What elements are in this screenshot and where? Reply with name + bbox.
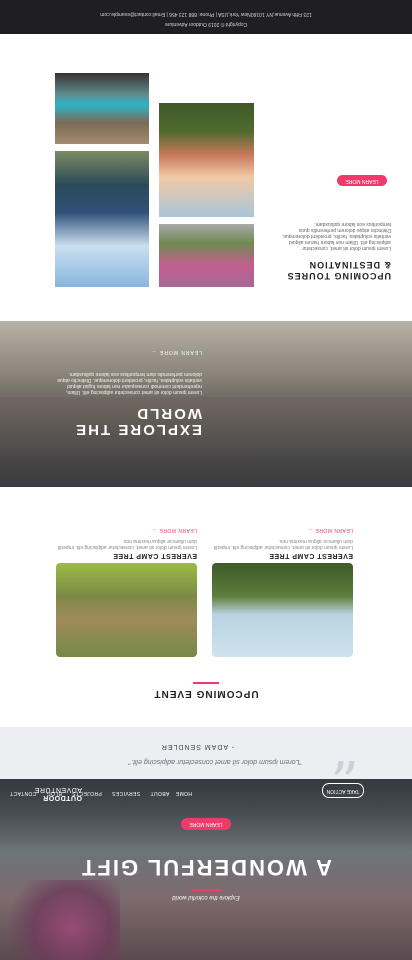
event-name: EVEREST CAMP TREE — [268, 552, 353, 559]
navbar: OUTDOOR ADVENTURE HOME ABOUT SERVICES PR… — [0, 779, 412, 805]
event-card[interactable]: EVEREST CAMP TREE Lorem ipsum dolor sit … — [212, 527, 353, 657]
tour-image-alpine-lake[interactable] — [55, 151, 149, 287]
explore-section: EXPLORE THE WORLD Lorem ipsum dolor sit … — [0, 321, 412, 487]
explore-learn-more-link[interactable]: LEARN MORE → — [151, 349, 202, 355]
tours-text: Lorem ipsum dolor sit amet, consectetur … — [281, 221, 391, 251]
nav-item-contact[interactable]: CONTACT — [10, 790, 37, 796]
testimonial-author-name: ADAM SENDLER — [160, 743, 229, 750]
nav-menu: HOME ABOUT SERVICES PROJECTS BLOG CONTAC… — [10, 790, 192, 796]
tour-image-mountain-valley[interactable] — [159, 103, 254, 217]
event-card[interactable]: EVEREST CAMP TREE Lorem ipsum dolor sit … — [56, 527, 197, 657]
hero-title: A WONDERFUL GIFT — [80, 855, 332, 880]
events-section: UPCOMING EVENT EVEREST CAMP TREE Lorem i… — [0, 487, 412, 727]
tour-image-flowers[interactable] — [159, 224, 254, 287]
nav-item-services[interactable]: SERVICES — [112, 790, 140, 796]
quote-icon: “ — [331, 727, 360, 779]
events-title: UPCOMING EVENT — [153, 688, 259, 699]
hero-flowers-image — [0, 880, 120, 960]
event-learn-more-link[interactable]: LEARN MORE → — [212, 527, 353, 533]
footer: Copyright © 2019 Outdoor Adventure 123 F… — [0, 0, 412, 34]
tours-title: UPCOMING TOURES & DESTINATION — [286, 260, 391, 281]
event-learn-more-link[interactable]: LEARN MORE → — [56, 527, 197, 533]
testimonial-section: “ "Lorem ipsum dolor sit amet consectetu… — [0, 727, 412, 779]
footer-copyright: Copyright © 2019 Outdoor Adventure — [164, 21, 248, 27]
hero-section: Explore the colorful world A WONDERFUL G… — [0, 779, 412, 960]
tour-image-canyon-lake[interactable] — [55, 73, 149, 144]
explore-text: Lorem ipsum dolor sit amet consectetur a… — [57, 371, 202, 395]
tours-section: UPCOMING TOURES & DESTINATION Lorem ipsu… — [0, 34, 412, 321]
nav-item-projects[interactable]: PROJECTS — [72, 790, 102, 796]
event-image[interactable] — [212, 563, 353, 657]
events-divider — [193, 682, 219, 684]
explore-title: EXPLORE THE WORLD — [74, 405, 202, 438]
hero-subtitle: Explore the colorful world — [172, 894, 240, 900]
page-stage: Explore the colorful world A WONDERFUL G… — [0, 0, 412, 960]
nav-item-home[interactable]: HOME — [175, 790, 192, 796]
event-image[interactable] — [56, 563, 197, 657]
nav-item-blog[interactable]: BLOG — [46, 790, 62, 796]
event-name: EVEREST CAMP TREE — [112, 552, 197, 559]
tours-learn-more-button[interactable]: LEARN MORE — [337, 175, 387, 186]
hero-learn-more-button[interactable]: LEARN MORE — [181, 818, 231, 830]
testimonial-author: - ADAM SENDLER — [160, 743, 234, 750]
explore-background-image — [0, 397, 412, 457]
event-description: Lorem ipsum dolor sit amet, consectetur … — [57, 538, 197, 550]
footer-contact-info: 123 Fifth Avenue,NY 10160New York,USA | … — [100, 11, 312, 17]
testimonial-quote: "Lorem ipsum dolor sit amet consectetur … — [128, 758, 302, 765]
hero-divider — [191, 889, 221, 891]
event-description: Lorem ipsum dolor sit amet, consectetur … — [213, 538, 353, 550]
take-action-button[interactable]: TAKE ACTION — [322, 783, 364, 798]
nav-item-about[interactable]: ABOUT — [150, 790, 169, 796]
